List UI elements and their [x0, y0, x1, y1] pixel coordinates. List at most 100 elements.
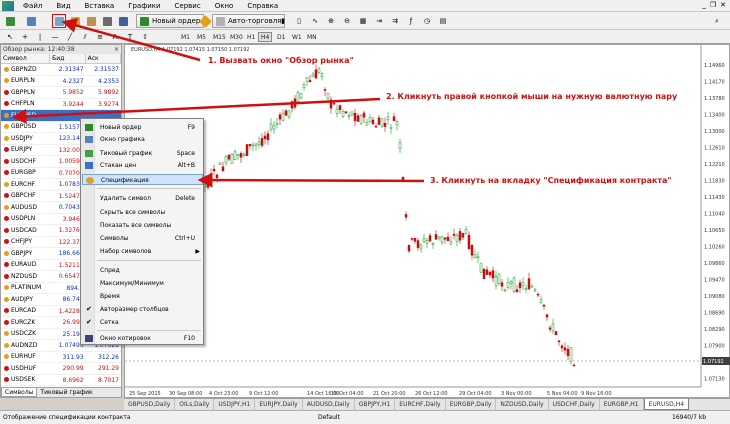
menu-file[interactable]: Файл [16, 0, 49, 12]
market-watch-row[interactable]: EURPLN 4.2327 4.2353 [1, 76, 121, 87]
candle-body [287, 110, 291, 118]
column-bid[interactable]: Бид [50, 54, 86, 63]
navigator-icon[interactable] [84, 14, 98, 28]
trendline-icon[interactable]: ╱ [63, 30, 77, 44]
menu-item-delete-symbol[interactable]: Удалить символ Delete [82, 193, 203, 204]
close-icon[interactable]: ✕ [720, 1, 726, 9]
timeframe-w1[interactable]: W1 [289, 32, 305, 42]
timeframe-m15[interactable]: M15 [210, 32, 229, 42]
label-tool-icon[interactable]: T [123, 30, 137, 44]
zoom-out-icon[interactable]: ⊖ [340, 14, 354, 28]
candle-body [377, 117, 381, 125]
menu-insert[interactable]: Вставка [78, 0, 122, 12]
time-tick-label: 9 Nov 16:00 [581, 391, 612, 397]
text-tool-icon[interactable]: A [108, 30, 122, 44]
profiles-icon[interactable] [24, 14, 38, 28]
market-watch-icon[interactable] [52, 14, 66, 28]
time-tick-label: 29 Oct 04:00 [459, 391, 492, 397]
chart-tab[interactable]: USDCHF,Daily [549, 399, 600, 410]
chart-tab[interactable]: NZDUSD,Daily [496, 399, 549, 410]
terminal-icon[interactable] [100, 14, 114, 28]
column-ask[interactable]: Аск [86, 54, 121, 63]
menu-item-depth-of-market[interactable]: Стакан цен Alt+B [82, 160, 203, 171]
tile-windows-icon[interactable]: ▦ [356, 14, 370, 28]
menu-item-high-low[interactable]: Максимум/Минимум [82, 278, 203, 289]
timeframe-m30[interactable]: M30 [227, 32, 246, 42]
chart-tab[interactable]: EURGBP,Daily [446, 399, 497, 410]
fibo-icon[interactable]: ≡ [93, 30, 107, 44]
menu-item-chart-window[interactable]: Окно графика [82, 134, 203, 145]
menu-item-symbol-sets[interactable]: Набор символов ▶ [82, 246, 203, 257]
chart-tab[interactable]: GBPUSD,Daily [124, 399, 176, 410]
menu-item-time[interactable]: Время [82, 291, 203, 302]
chart-tab[interactable]: GBPJPY,H1 [355, 399, 396, 410]
chart-tab[interactable]: EURGBP,H1 [600, 399, 644, 410]
menu-item-spread[interactable]: Спред [82, 265, 203, 276]
autoscroll-icon[interactable]: ⇉ [388, 14, 402, 28]
tab-symbols[interactable]: Символы [1, 388, 38, 397]
menu-tools[interactable]: Сервис [168, 0, 208, 12]
menu-item-new-order[interactable]: Новый ордер F9 [82, 122, 203, 133]
menu-item-symbols[interactable]: Символы Ctrl+U [82, 233, 203, 244]
strategy-tester-icon[interactable] [116, 14, 130, 28]
menu-help[interactable]: Справка [240, 0, 285, 12]
menu-item-tick-chart[interactable]: Тиковый график Space [82, 148, 203, 159]
search-icon[interactable]: ⌕ [710, 14, 724, 28]
menu-view[interactable]: Вид [49, 0, 77, 12]
auto-trading-button[interactable]: Авто-торговля [212, 14, 286, 28]
menu-item-autosize-columns[interactable]: ✔ Авторазмер столбцов [82, 304, 203, 315]
bar-chart-icon[interactable]: ▮ [276, 14, 290, 28]
market-watch-row[interactable]: EURHUF 311.93 312.26 [1, 352, 121, 363]
column-symbol[interactable]: Символ [1, 54, 51, 63]
chart-tab[interactable]: USDJPY,H1 [214, 399, 256, 410]
chart-tab[interactable]: AUDUSD,Daily [303, 399, 355, 410]
menu-item-show-all[interactable]: Показать все символы [82, 220, 203, 231]
market-watch-row[interactable]: CHFPLN 3.9244 3.9274 [1, 99, 121, 110]
new-chart-icon[interactable] [3, 14, 17, 28]
line-chart-icon[interactable]: ∿ [308, 14, 322, 28]
row-symbol: EURCZK [1, 317, 50, 328]
chart-shift-icon[interactable]: ⇥ [372, 14, 386, 28]
data-window-icon[interactable] [68, 14, 82, 28]
timeframe-h1[interactable]: H1 [244, 32, 258, 42]
zoom-in-icon[interactable]: ⊕ [324, 14, 338, 28]
candle-body [533, 289, 537, 292]
periods-icon[interactable]: ◷ [420, 14, 434, 28]
horizontal-line-icon[interactable]: — [48, 30, 62, 44]
arrows-tool-icon[interactable]: ⇧ [138, 30, 152, 44]
candlestick-icon[interactable]: ▯ [292, 14, 306, 28]
menu-item-specification[interactable]: Спецификация [82, 174, 203, 185]
indicators-icon[interactable]: ƒ [404, 14, 418, 28]
market-watch-row[interactable]: GBPPLN 5.9852 5.9892 [1, 87, 121, 99]
market-watch-row[interactable]: USDHUF 290.99 291.29 [1, 363, 121, 375]
market-watch-row[interactable]: USDSEK 8.6962 8.7017 [1, 375, 121, 386]
chart-tab[interactable]: EURUSD,H4 [643, 399, 690, 410]
timeframe-m5[interactable]: M5 [194, 32, 209, 42]
timeframe-d1[interactable]: D1 [274, 32, 288, 42]
restore-icon[interactable]: ❐ [710, 1, 716, 9]
menu-charts[interactable]: Графики [121, 0, 167, 12]
cursor-icon[interactable]: ↖ [3, 30, 17, 44]
tab-tick-chart[interactable]: Тиковый график [37, 388, 95, 397]
channel-icon[interactable]: ⫽ [78, 30, 92, 44]
close-panel-icon[interactable]: × [114, 45, 119, 54]
menu-item-quotes-window[interactable]: Окно котировок F10 [82, 333, 203, 344]
chart-tab[interactable]: EURJPY,Daily [255, 399, 303, 410]
minimize-icon[interactable]: _ [702, 1, 706, 9]
timeframe-m1[interactable]: M1 [178, 32, 193, 42]
templates-icon[interactable]: ▤ [436, 14, 450, 28]
menu-item-hide-all[interactable]: Скрыть все символы [82, 207, 203, 218]
menu-item-grid[interactable]: ✔ Сетка [82, 317, 203, 328]
row-symbol: EURHUF [1, 352, 50, 363]
vertical-line-icon[interactable]: | [33, 30, 47, 44]
market-watch-row[interactable]: GBPNZD 2.31347 2.31537 [1, 64, 121, 76]
meta-editor-icon[interactable] [198, 14, 212, 28]
menu-separator [97, 260, 201, 261]
chart-tab[interactable]: OILs,Daily [175, 399, 215, 410]
menu-window[interactable]: Окно [208, 0, 241, 12]
crosshair-icon[interactable]: + [18, 30, 32, 44]
new-order-button[interactable]: Новый ордер [136, 14, 205, 28]
timeframe-h4[interactable]: H4 [258, 32, 273, 42]
timeframe-mn[interactable]: MN [304, 32, 320, 42]
chart-tab[interactable]: EURCHF,Daily [395, 399, 446, 410]
